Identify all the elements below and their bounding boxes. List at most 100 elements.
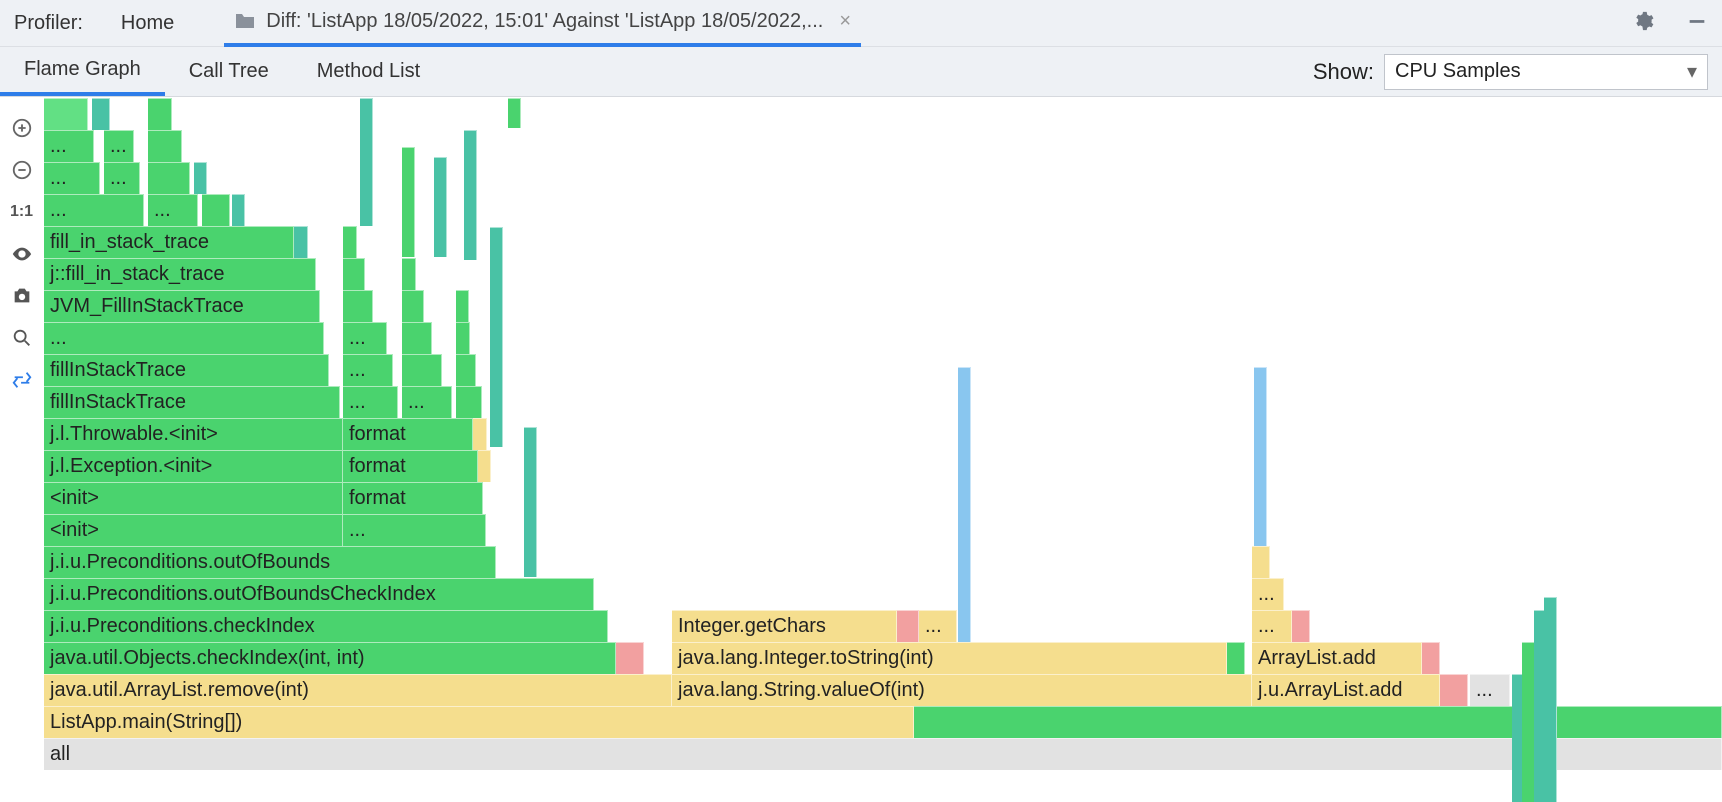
flame-frame[interactable]: <init>	[44, 514, 343, 546]
flame-frame[interactable]	[490, 227, 503, 447]
diff-tab[interactable]: Diff: 'ListApp 18/05/2022, 15:01' Agains…	[224, 0, 861, 47]
show-selected: CPU Samples	[1395, 60, 1521, 83]
flame-frame[interactable]	[456, 290, 469, 322]
flame-frame[interactable]	[456, 354, 476, 386]
flame-frame[interactable]	[914, 706, 1722, 738]
flame-frame[interactable]	[148, 130, 182, 162]
flame-frame-all[interactable]: all	[44, 738, 1722, 770]
flame-frame[interactable]: JVM_FillInStackTrace	[44, 290, 320, 322]
flame-frame[interactable]: ...	[104, 130, 134, 162]
flame-frame[interactable]	[402, 290, 424, 322]
show-label: Show:	[1313, 59, 1374, 85]
flame-frame[interactable]: fill_in_stack_trace	[44, 226, 294, 258]
minimize-icon[interactable]	[1686, 10, 1708, 37]
flame-frame[interactable]: ArrayList.add	[1252, 642, 1422, 674]
flame-frame[interactable]	[958, 367, 971, 642]
flame-frame[interactable]	[1440, 674, 1468, 706]
flame-frame[interactable]	[1422, 642, 1440, 674]
flame-frame[interactable]: ...	[402, 386, 452, 418]
flame-frame[interactable]: ...	[44, 322, 324, 354]
flame-frame[interactable]: ...	[343, 514, 486, 546]
flame-frame[interactable]: j.i.u.Preconditions.outOfBounds	[44, 546, 496, 578]
flame-frame[interactable]: fillInStackTrace	[44, 386, 340, 418]
flame-frame[interactable]: ...	[44, 130, 94, 162]
flame-frame[interactable]	[402, 258, 416, 290]
flame-frame[interactable]: java.lang.Integer.toString(int)	[672, 642, 1227, 674]
flame-frame[interactable]: fillInStackTrace	[44, 354, 329, 386]
flame-frame[interactable]	[402, 147, 415, 257]
flame-frame[interactable]	[456, 322, 470, 354]
flame-frame[interactable]	[616, 642, 644, 674]
flame-frame[interactable]	[202, 194, 230, 226]
flame-frame[interactable]	[44, 98, 88, 130]
flame-frame[interactable]	[343, 290, 373, 322]
flame-frame[interactable]	[1252, 546, 1270, 578]
flame-frame[interactable]	[343, 226, 357, 258]
flame-frame[interactable]: format	[343, 418, 473, 450]
flame-frame[interactable]	[148, 98, 172, 130]
flame-frame[interactable]	[434, 157, 447, 257]
flame-frame[interactable]	[232, 194, 245, 226]
flame-frame[interactable]: java.util.Objects.checkIndex(int, int)	[44, 642, 616, 674]
flame-frame[interactable]	[1227, 642, 1245, 674]
flame-frame[interactable]: java.lang.String.valueOf(int)	[672, 674, 1252, 706]
flame-frame[interactable]	[456, 386, 482, 418]
flame-frame[interactable]	[1292, 610, 1310, 642]
flame-frame[interactable]: ...	[148, 194, 198, 226]
flame-frame[interactable]: ListApp.main(String[])	[44, 706, 914, 738]
flame-frame[interactable]	[194, 162, 207, 194]
gear-icon[interactable]	[1632, 10, 1654, 37]
flame-frame[interactable]	[360, 98, 373, 226]
flame-frame[interactable]: ...	[1252, 610, 1292, 642]
compare-icon[interactable]	[7, 365, 37, 395]
search-icon[interactable]	[7, 323, 37, 353]
zoom-out-icon[interactable]	[7, 155, 37, 185]
flame-frame[interactable]	[402, 354, 442, 386]
flame-frame[interactable]	[524, 427, 537, 577]
flame-frame[interactable]: ...	[1252, 578, 1284, 610]
flame-frame[interactable]: j.l.Exception.<init>	[44, 450, 343, 482]
flame-frame[interactable]: format	[343, 482, 483, 514]
flame-frame[interactable]: ...	[44, 162, 100, 194]
flame-frame[interactable]	[343, 258, 365, 290]
flame-frame[interactable]: format	[343, 450, 478, 482]
flame-frame[interactable]: ...	[343, 322, 387, 354]
zoom-in-icon[interactable]	[7, 113, 37, 143]
flame-frame[interactable]: ...	[104, 162, 140, 194]
flame-frame[interactable]	[402, 322, 432, 354]
flame-frame[interactable]	[897, 610, 919, 642]
chevron-down-icon: ▾	[1687, 59, 1697, 84]
flame-frame[interactable]: ...	[343, 386, 398, 418]
flame-frame[interactable]: Integer.getChars	[672, 610, 897, 642]
flame-frame[interactable]	[508, 98, 521, 128]
flame-frame[interactable]: j.u.ArrayList.add	[1252, 674, 1440, 706]
flame-frame[interactable]	[294, 226, 308, 258]
eye-icon[interactable]	[7, 239, 37, 269]
tab-flame-graph[interactable]: Flame Graph	[0, 47, 165, 96]
tab-method-list[interactable]: Method List	[293, 47, 444, 96]
flame-frame[interactable]: ...	[919, 610, 957, 642]
flame-frame[interactable]: <init>	[44, 482, 343, 514]
flame-frame[interactable]: j.i.u.Preconditions.checkIndex	[44, 610, 608, 642]
show-select[interactable]: CPU Samples ▾	[1384, 54, 1708, 90]
flame-frame[interactable]: j.i.u.Preconditions.outOfBoundsCheckInde…	[44, 578, 594, 610]
camera-icon[interactable]	[7, 281, 37, 311]
flame-frame[interactable]	[1544, 597, 1557, 802]
flame-frame[interactable]	[92, 98, 110, 130]
flame-frame[interactable]: j::fill_in_stack_trace	[44, 258, 316, 290]
flame-graph[interactable]: all ListApp.main(String[]) java.util.Arr…	[44, 97, 1722, 770]
flame-frame[interactable]	[464, 130, 477, 260]
flame-frame[interactable]	[478, 450, 491, 482]
flame-frame[interactable]: java.util.ArrayList.remove(int)	[44, 674, 672, 706]
flame-frame[interactable]: j.l.Throwable.<init>	[44, 418, 343, 450]
home-tab[interactable]: Home	[111, 6, 184, 41]
flame-frame[interactable]: ...	[1470, 674, 1510, 706]
flame-frame[interactable]: ...	[343, 354, 393, 386]
side-toolbar: 1:1	[0, 97, 44, 770]
flame-frame[interactable]	[473, 418, 487, 450]
flame-frame[interactable]	[148, 162, 190, 194]
tab-call-tree[interactable]: Call Tree	[165, 47, 293, 96]
flame-frame[interactable]: ...	[44, 194, 144, 226]
close-icon[interactable]: ×	[839, 10, 851, 33]
reset-zoom-icon[interactable]: 1:1	[7, 197, 37, 227]
